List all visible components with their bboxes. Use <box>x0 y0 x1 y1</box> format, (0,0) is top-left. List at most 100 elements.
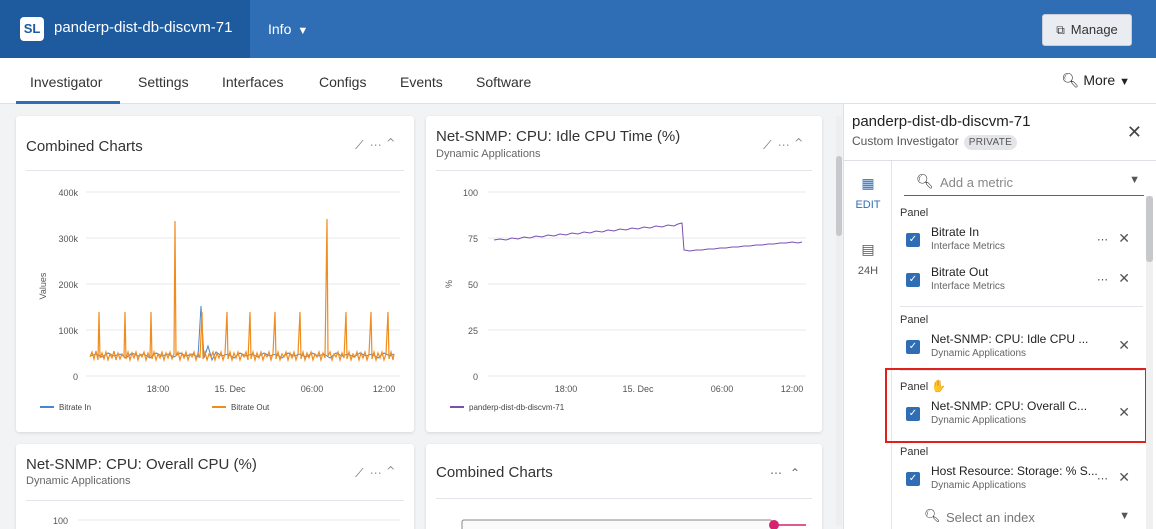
index-select[interactable]: 🔍︎ Select an index ▼ <box>904 504 1136 528</box>
y-tick-label: 400k <box>58 188 78 198</box>
search-icon: 🔍︎ <box>1061 72 1080 88</box>
y-tick-label: 100 <box>463 188 478 198</box>
more-menu[interactable]: 🔍︎ More ▼ <box>1062 72 1130 89</box>
search-icon: 🔍︎ <box>924 508 941 523</box>
scrollbar-thumb[interactable] <box>836 156 842 236</box>
active-tab-indicator <box>16 101 120 104</box>
combined-charts-card-2: Combined Charts ⋯⌃ <box>426 444 822 529</box>
metric-name: Bitrate In <box>931 225 980 239</box>
tab-events[interactable]: Events <box>400 74 443 90</box>
main-scrollbar[interactable] <box>836 116 842 526</box>
x-tick-label: 06:00 <box>301 384 324 394</box>
tab-settings[interactable]: Settings <box>138 74 189 90</box>
x-tick-label: 18:00 <box>555 384 578 394</box>
overall-cpu-card: Net-SNMP: CPU: Overall CPU (%) Dynamic A… <box>16 444 414 529</box>
combined-chart-svg: 400k 300k 200k 100k 0 Values 18:00 15. D… <box>38 188 400 412</box>
metric-source: Dynamic Applications <box>931 348 1027 359</box>
checkbox-checked-icon[interactable]: ✓ <box>906 340 920 354</box>
metric-name: Bitrate Out <box>931 265 989 279</box>
legend-label-bitrate-out[interactable]: Bitrate Out <box>231 403 270 412</box>
combined-chart-2-svg <box>461 519 806 529</box>
add-metric-input[interactable]: 🔍︎ Add a metric ▼ <box>904 170 1144 196</box>
remove-icon[interactable]: ✕ <box>1118 337 1130 354</box>
side-panel-subtitle: Custom Investigator PRIVATE <box>852 134 1018 150</box>
overall-cpu-chart-svg: 100 <box>53 516 400 526</box>
more-options-icon[interactable]: ⋯ <box>1097 472 1108 485</box>
chevron-down-icon[interactable]: ▼ <box>1129 174 1140 186</box>
edit-panel-icon[interactable]: ▦ <box>844 175 892 192</box>
metric-placeholder: Add a metric <box>940 175 1013 190</box>
y-axis-label: % <box>444 280 454 288</box>
investigator-side-panel: panderp-dist-db-discvm-71 Custom Investi… <box>843 104 1156 529</box>
panel-label: Panel <box>900 314 929 326</box>
y-tick-label: 100k <box>58 326 78 336</box>
y-tick-label: 300k <box>58 234 78 244</box>
x-tick-label: 18:00 <box>147 384 170 394</box>
x-tick-label: 15. Dec <box>622 384 654 394</box>
remove-icon[interactable]: ✕ <box>1118 230 1130 247</box>
manage-button[interactable]: ⧉ Manage <box>1042 14 1132 46</box>
more-label: More <box>1083 72 1116 88</box>
metric-source: Interface Metrics <box>931 281 1005 292</box>
metric-source: Dynamic Applications <box>931 480 1027 491</box>
y-tick-label: 200k <box>58 280 78 290</box>
legend-label-host[interactable]: panderp-dist-db-discvm-71 <box>469 403 565 412</box>
tab-software[interactable]: Software <box>476 74 531 90</box>
y-tick-label: 0 <box>73 372 78 382</box>
panel-label: Panel <box>900 207 929 219</box>
metric-item[interactable]: ✓ Host Resource: Storage: % S... Dynamic… <box>904 464 1136 494</box>
external-edit-icon: ⧉ <box>1056 23 1065 37</box>
metric-name: Net-SNMP: CPU: Idle CPU ... <box>931 332 1089 346</box>
y-tick-label: 25 <box>468 326 478 336</box>
remove-icon[interactable]: ✕ <box>1118 469 1130 486</box>
panel-label: Panel <box>900 446 929 458</box>
top-bar: SL panderp-dist-db-discvm-71 Info ▼ ⧉ Mana… <box>0 0 1156 58</box>
device-hostname: panderp-dist-db-discvm-71 <box>54 19 233 36</box>
close-icon[interactable]: ✕ <box>1127 122 1142 143</box>
series-line-bitrate-out <box>89 218 395 363</box>
info-dropdown[interactable]: Info ▼ <box>268 21 308 37</box>
investigator-name: Custom Investigator <box>852 134 959 148</box>
chevron-down-icon: ▼ <box>1119 76 1130 88</box>
chevron-down-icon[interactable]: ▼ <box>1119 510 1130 522</box>
tab-investigator[interactable]: Investigator <box>30 74 102 90</box>
tab-configs[interactable]: Configs <box>319 74 366 90</box>
metric-name: Host Resource: Storage: % S... <box>931 464 1098 478</box>
edit-label[interactable]: EDIT <box>844 199 892 211</box>
series-line-idle-cpu <box>493 222 803 252</box>
metric-item[interactable]: ✓ Bitrate Out Interface Metrics ⋯ ✕ <box>904 265 1136 295</box>
calendar-icon[interactable]: ▤ <box>844 241 892 258</box>
checkbox-checked-icon[interactable]: ✓ <box>906 472 920 486</box>
device-title-block[interactable]: SL panderp-dist-db-discvm-71 <box>0 0 250 58</box>
checkbox-checked-icon[interactable]: ✓ <box>906 233 920 247</box>
x-tick-label: 12:00 <box>373 384 396 394</box>
y-tick-label: 75 <box>468 234 478 244</box>
side-scrollbar[interactable] <box>1146 196 1153 529</box>
side-panel-title: panderp-dist-db-discvm-71 <box>852 113 1031 130</box>
checkbox-checked-icon[interactable]: ✓ <box>906 273 920 287</box>
app-logo-icon: SL <box>20 17 44 41</box>
y-tick-label: 0 <box>473 372 478 382</box>
x-tick-label: 15. Dec <box>214 384 246 394</box>
side-toolbar: ▦ EDIT ▤ 24H <box>844 161 892 529</box>
y-tick-label: 50 <box>468 280 478 290</box>
x-tick-label: 06:00 <box>711 384 734 394</box>
search-icon: 🔍︎ <box>916 173 934 189</box>
info-label: Info <box>268 21 292 37</box>
legend-label-bitrate-in[interactable]: Bitrate In <box>59 403 91 412</box>
y-tick-label: 100 <box>53 516 68 526</box>
scrollbar-thumb[interactable] <box>1146 196 1153 262</box>
metric-item[interactable]: ✓ Net-SNMP: CPU: Idle CPU ... Dynamic Ap… <box>904 332 1136 362</box>
tab-interfaces[interactable]: Interfaces <box>222 74 283 90</box>
x-tick-label: 12:00 <box>781 384 804 394</box>
more-options-icon[interactable]: ⋯ <box>1097 233 1108 246</box>
tab-bar: Investigator Settings Interfaces Configs… <box>0 58 1156 104</box>
time-range-label[interactable]: 24H <box>844 265 892 277</box>
metric-item[interactable]: ✓ Bitrate In Interface Metrics ⋯ ✕ <box>904 225 1136 255</box>
more-options-icon[interactable]: ⋯ <box>1097 273 1108 286</box>
combined-charts-card: Combined Charts ⟋⋯⌃ 400k 300k 200k 100k … <box>16 116 414 432</box>
remove-icon[interactable]: ✕ <box>1118 270 1130 287</box>
index-placeholder: Select an index <box>946 510 1035 525</box>
idle-cpu-card: Net-SNMP: CPU: Idle CPU Time (%) Dynamic… <box>426 116 822 432</box>
y-axis-label: Values <box>38 272 48 299</box>
